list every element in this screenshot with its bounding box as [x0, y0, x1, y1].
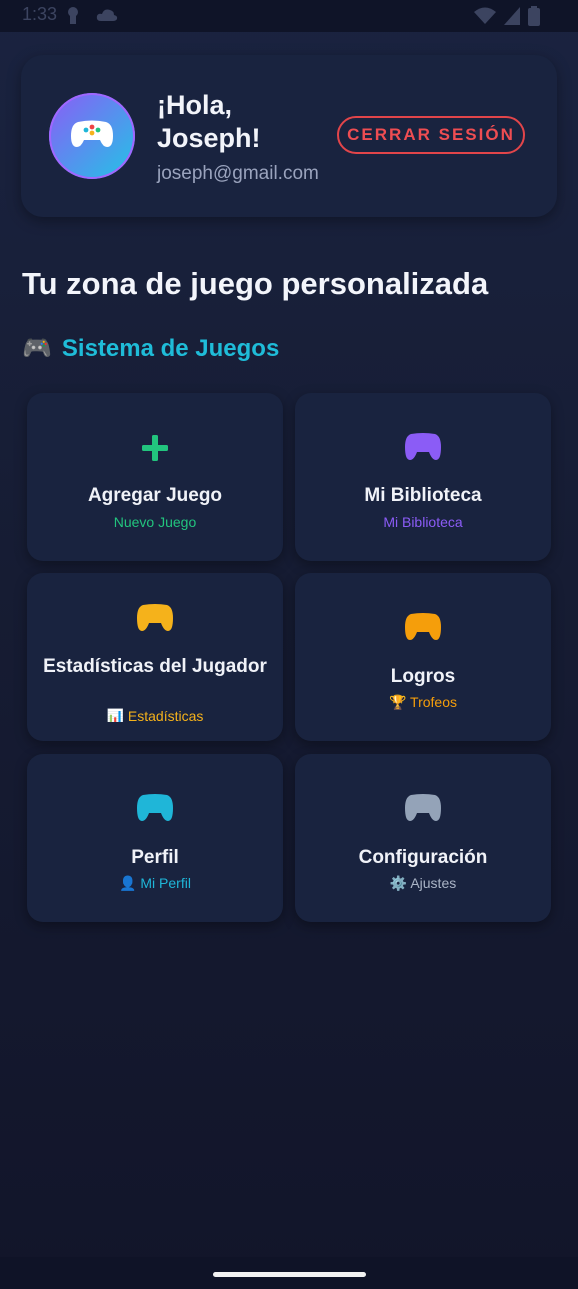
tile-configuracion[interactable]: Configuración ⚙️ Ajustes [295, 754, 551, 922]
battery-icon [528, 6, 540, 31]
tile-subtitle: Nuevo Juego [113, 514, 197, 530]
section-title-label: Sistema de Juegos [61, 334, 280, 362]
tile-estadisticas[interactable]: Estadísticas del Jugador 📊 Estadísticas [27, 573, 283, 741]
section-title: 🎮 Sistema de Juegos [22, 334, 279, 363]
gamepad-icon [27, 794, 283, 822]
tile-subtitle: ⚙️ Ajustes [389, 875, 457, 891]
status-bar: 1:33 [0, 0, 578, 32]
wifi-icon [474, 7, 496, 30]
gamepad-icon [295, 433, 551, 461]
tile-subtitle: Mi Biblioteca [383, 514, 463, 530]
user-email: joseph@gmail.com [157, 163, 319, 184]
plus-icon [27, 435, 283, 461]
tile-title: Agregar Juego [87, 485, 223, 506]
tile-title: Mi Biblioteca [364, 485, 482, 506]
tile-subtitle: 👤 Mi Perfil [119, 875, 191, 891]
tile-perfil[interactable]: Perfil 👤 Mi Perfil [27, 754, 283, 922]
page-title: Tu zona de juego personalizada [22, 266, 489, 301]
tile-agregar-juego[interactable]: Agregar Juego Nuevo Juego [27, 393, 283, 561]
profile-card: ¡Hola, Joseph! joseph@gmail.com CERRAR S… [21, 55, 557, 217]
tile-mi-biblioteca[interactable]: Mi Biblioteca Mi Biblioteca [295, 393, 551, 561]
tile-title: Perfil [131, 847, 179, 868]
keyhole-icon [66, 6, 80, 29]
gamepad-emoji-icon: 🎮 [22, 335, 52, 362]
home-indicator[interactable] [213, 1272, 366, 1277]
greeting-text: ¡Hola, Joseph! [157, 90, 261, 153]
tile-logros[interactable]: Logros 🏆 Trofeos [295, 573, 551, 741]
gamepad-icon [70, 120, 114, 153]
tile-title: Configuración [358, 847, 488, 868]
signal-icon [504, 7, 520, 30]
tile-subtitle: 🏆 Trofeos [388, 694, 457, 710]
logout-button[interactable]: CERRAR SESIÓN [337, 116, 525, 154]
avatar[interactable] [49, 93, 135, 179]
status-time: 1:33 [22, 4, 58, 24]
tile-subtitle: 📊 Estadísticas [106, 708, 204, 722]
tile-title: Estadísticas del Jugador [43, 656, 267, 677]
cloud-icon [96, 8, 118, 27]
gamepad-icon [295, 794, 551, 822]
tile-title: Logros [390, 666, 456, 687]
gamepad-icon [27, 604, 283, 632]
gamepad-icon [295, 613, 551, 641]
